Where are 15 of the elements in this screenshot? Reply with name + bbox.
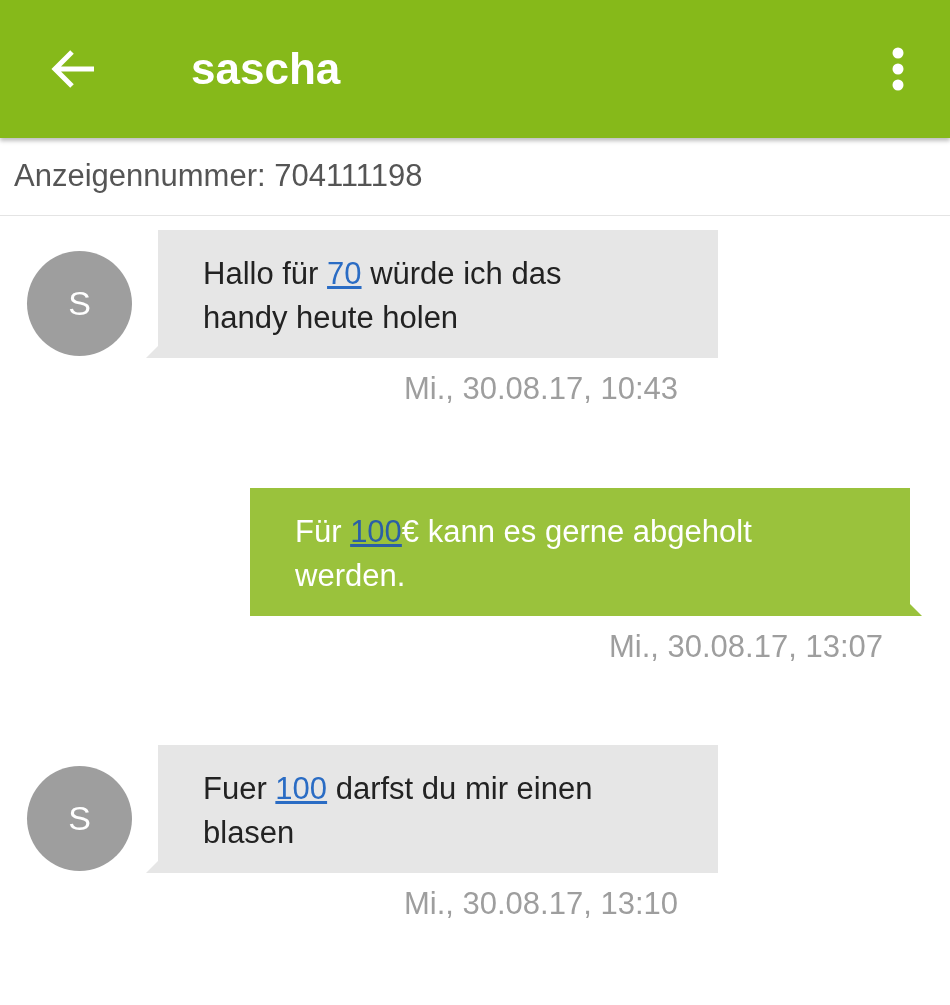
message-time: Mi., 30.08.17, 10:43	[403, 370, 679, 408]
menu-icon[interactable]	[891, 47, 905, 91]
avatar: S	[27, 766, 132, 871]
number-link[interactable]: 70	[327, 256, 362, 291]
conversation-title: sascha	[191, 43, 341, 95]
message-time: Mi., 30.08.17, 13:07	[608, 627, 884, 666]
ad-number: Anzeigennummer: 704111198	[14, 157, 423, 196]
number-link[interactable]: 100	[275, 771, 328, 806]
avatar: S	[27, 251, 132, 356]
number-link[interactable]: 100	[350, 513, 402, 549]
message-time: Mi., 30.08.17, 13:10	[403, 885, 679, 923]
message-text: Fuer 100 darfst du mir einen blasen	[203, 770, 594, 852]
message-text: Hallo für 70 würde ich das handy heute holen	[203, 255, 563, 337]
message-text: Für 100€ kann es gerne abgeholt werden.	[295, 512, 753, 595]
back-arrow-icon[interactable]	[50, 49, 96, 89]
